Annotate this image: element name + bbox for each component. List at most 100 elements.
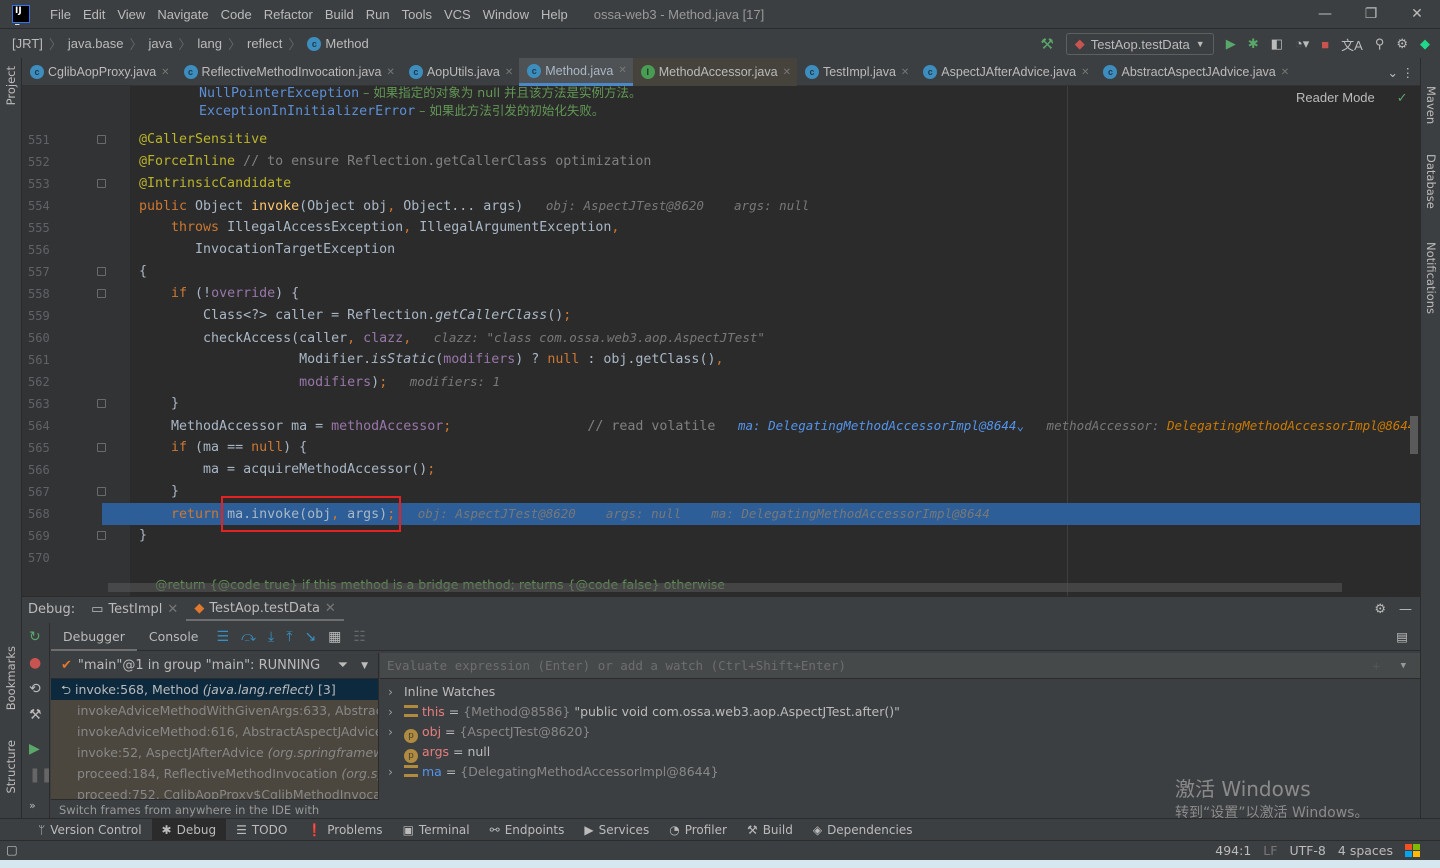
close-button[interactable]: ✕ xyxy=(1394,0,1440,28)
stack-frame[interactable]: proceed:184, ReflectiveMethodInvocation … xyxy=(51,763,378,784)
menu-file[interactable]: File xyxy=(44,7,77,22)
breadcrumb-item[interactable]: lang xyxy=(197,36,222,51)
close-icon[interactable]: ✕ xyxy=(325,601,336,616)
menu-window[interactable]: Window xyxy=(477,7,535,22)
debug-bug-icon[interactable]: ✱ xyxy=(1248,36,1259,52)
build-hammer-icon[interactable]: ⚒ xyxy=(1040,35,1053,53)
tool-window-terminal[interactable]: ▣ Terminal xyxy=(393,819,480,841)
variable-row[interactable]: p args = null xyxy=(380,742,1420,763)
more-icon[interactable]: » xyxy=(29,799,36,812)
close-icon[interactable]: ✕ xyxy=(1081,67,1089,78)
expand-arrow-icon[interactable]: › xyxy=(388,702,404,722)
tab-aspectjafteradvice-java[interactable]: c AspectJAfterAdvice.java ✕ xyxy=(915,58,1095,86)
menu-view[interactable]: View xyxy=(111,7,151,22)
pause-icon[interactable]: ❚❚ xyxy=(29,767,52,783)
menu-edit[interactable]: Edit xyxy=(77,7,111,22)
menu-refactor[interactable]: Refactor xyxy=(258,7,319,22)
tab-method-java[interactable]: c Method.java ✕ xyxy=(519,58,633,86)
stack-frame[interactable]: invokeAdviceMethodWithGivenArgs:633, Abs… xyxy=(51,700,378,721)
gear-icon[interactable]: ⚙ xyxy=(1374,602,1386,617)
tool-window-version-control[interactable]: ᛘ Version Control xyxy=(28,819,152,841)
close-icon[interactable]: ✕ xyxy=(167,602,178,617)
tool-window-endpoints[interactable]: ⚯ Endpoints xyxy=(480,819,575,841)
breadcrumb-item[interactable]: Method xyxy=(325,36,368,51)
breadcrumb-item[interactable]: java.base xyxy=(68,36,124,51)
reader-mode-toggle[interactable]: Reader Mode ✓ xyxy=(1296,90,1408,106)
stack-frame[interactable]: ⮌ invoke:568, Method (java.lang.reflect)… xyxy=(51,679,378,700)
coverage-icon[interactable]: ◧ xyxy=(1271,36,1283,52)
horizontal-scrollbar[interactable] xyxy=(108,583,1342,592)
file-encoding[interactable]: UTF-8 xyxy=(1289,843,1325,858)
fold-marker-icon[interactable] xyxy=(97,289,106,298)
filter-icon[interactable]: ⏷ xyxy=(338,658,348,673)
close-icon[interactable]: ✕ xyxy=(387,67,395,78)
layout-icon[interactable]: ▤ xyxy=(1396,629,1408,644)
debug-tab-testaop[interactable]: ◆ TestAop.testData ✕ xyxy=(186,597,344,621)
fold-marker-icon[interactable] xyxy=(97,399,106,408)
breadcrumb-item[interactable]: java xyxy=(149,36,173,51)
tab-cglibaopproxy-java[interactable]: c CglibAopProxy.java ✕ xyxy=(22,58,176,86)
gear-icon[interactable]: ⚙ xyxy=(1396,36,1408,52)
menu-help[interactable]: Help xyxy=(535,7,574,22)
profiler-icon[interactable]: ◔▾ xyxy=(1295,36,1309,52)
rerun-icon[interactable]: ↻ xyxy=(29,629,41,645)
close-icon[interactable]: ✕ xyxy=(161,67,169,78)
variable-row[interactable]: › p obj = {AspectJTest@8620} xyxy=(380,722,1420,743)
doc-link[interactable]: ExceptionInInitializerError xyxy=(199,104,415,119)
breadcrumb-item[interactable]: [JRT] xyxy=(12,36,43,51)
variable-row[interactable]: › this = {Method@8586} "public void com.o… xyxy=(380,702,1420,722)
search-icon[interactable]: ⚲ xyxy=(1375,36,1385,52)
doc-link[interactable]: NullPointerException xyxy=(199,86,359,101)
toggle-tool-windows-icon[interactable]: ▢ xyxy=(6,842,18,857)
tool-window-debug[interactable]: ✱ Debug xyxy=(151,818,227,841)
run-configuration-select[interactable]: ◆ TestAop.testData ▼ xyxy=(1065,33,1214,55)
step-over-icon[interactable]: ⤼ xyxy=(241,629,256,645)
tab-methodaccessor-java[interactable]: I MethodAccessor.java ✕ xyxy=(632,58,797,86)
fold-marker-icon[interactable] xyxy=(97,267,106,276)
minimize-button[interactable]: — xyxy=(1302,0,1348,28)
tool-window-dependencies[interactable]: ◈ Dependencies xyxy=(803,819,923,841)
expand-arrow-icon[interactable]: › xyxy=(388,722,404,742)
run-icon[interactable]: ▶ xyxy=(1226,36,1236,52)
chevron-down-icon[interactable]: ▼ xyxy=(361,661,368,671)
close-icon[interactable]: ✕ xyxy=(1281,67,1289,78)
evaluate-expression-input[interactable]: Evaluate expression (Enter) or add a wat… xyxy=(380,653,1420,679)
menu-build[interactable]: Build xyxy=(319,7,360,22)
breadcrumb-item[interactable]: reflect xyxy=(247,36,282,51)
caret-position[interactable]: 494:1 xyxy=(1215,843,1251,858)
bookmarks-tool-button[interactable]: Bookmarks xyxy=(4,646,18,710)
code-editor[interactable]: 551 552 553 554 555 556 557 558 559 560 561 562 563 5… xyxy=(22,86,1420,596)
run-to-cursor-icon[interactable]: ↘ xyxy=(304,629,316,645)
menu-navigate[interactable]: Navigate xyxy=(151,7,214,22)
tool-window-profiler[interactable]: ◔ Profiler xyxy=(659,819,737,841)
stop-icon[interactable]: ■ xyxy=(1321,37,1329,52)
vertical-scrollbar[interactable] xyxy=(1410,416,1418,454)
close-icon[interactable]: ✕ xyxy=(618,65,626,76)
restore-layout-icon[interactable]: ⟲ xyxy=(29,681,41,697)
restore-button[interactable]: ❐ xyxy=(1348,0,1394,28)
close-icon[interactable]: ✕ xyxy=(783,67,791,78)
line-separator[interactable]: LF xyxy=(1263,843,1277,858)
add-watch-icon[interactable]: + xyxy=(1372,653,1380,679)
trace-icon[interactable]: ☷ xyxy=(353,629,366,645)
tabs-more-icon[interactable]: ⌄ ⋮ xyxy=(1380,58,1420,86)
tab-reflectivemethodinvocation-java[interactable]: c ReflectiveMethodInvocation.java ✕ xyxy=(176,58,401,86)
stack-frame[interactable]: invokeAdviceMethod:616, AbstractAspectJA… xyxy=(51,721,378,742)
close-icon[interactable]: ✕ xyxy=(505,67,513,78)
menu-code[interactable]: Code xyxy=(215,7,258,22)
fold-marker-icon[interactable] xyxy=(97,531,106,540)
expand-arrow-icon[interactable]: › xyxy=(388,682,404,702)
tool-window-build[interactable]: ⚒ Build xyxy=(737,819,803,841)
tab-debugger[interactable]: Debugger xyxy=(51,623,137,651)
fold-marker-icon[interactable] xyxy=(97,179,106,188)
tool-window-services[interactable]: ▶ Services xyxy=(574,819,659,841)
tool-window-todo[interactable]: ☰ TODO xyxy=(226,819,297,841)
tool-window-problems[interactable]: ❗ Problems xyxy=(297,819,392,841)
tab-abstractaspectjadvice-java[interactable]: c AbstractAspectJAdvice.java ✕ xyxy=(1095,58,1295,86)
translate-icon[interactable]: 文A xyxy=(1341,35,1363,54)
maven-tool-button[interactable]: Maven xyxy=(1424,86,1438,124)
fold-marker-icon[interactable] xyxy=(97,487,106,496)
step-out-icon[interactable]: ⤒ xyxy=(286,629,292,645)
tab-testimpl-java[interactable]: c TestImpl.java ✕ xyxy=(797,58,915,86)
stack-frame[interactable]: invoke:52, AspectJAfterAdvice (org.sprin… xyxy=(51,742,378,763)
